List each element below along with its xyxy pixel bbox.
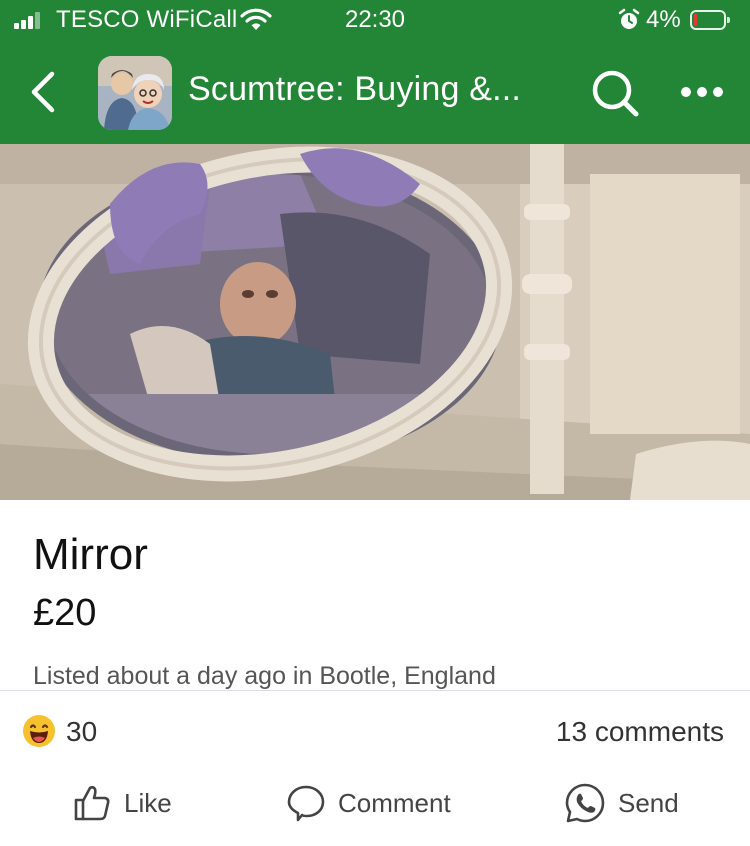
more-options-button[interactable] [676, 74, 728, 110]
thumbs-up-icon [74, 785, 110, 821]
listing-title: Mirror [33, 530, 148, 579]
group-title[interactable]: Scumtree: Buying &... [188, 70, 521, 109]
group-avatar[interactable] [98, 56, 172, 130]
search-button[interactable] [588, 66, 642, 120]
battery-percent: 4% [646, 6, 681, 33]
comment-button[interactable]: Comment [286, 780, 451, 826]
back-chevron-icon [31, 71, 55, 113]
comment-icon [287, 785, 325, 822]
status-bar: TESCO WiFiCall 22:30 4% [0, 0, 750, 40]
search-icon [592, 70, 639, 117]
like-button[interactable]: Like [72, 780, 172, 826]
battery-icon [690, 10, 730, 30]
back-button[interactable] [24, 68, 64, 116]
send-label: Send [618, 787, 679, 818]
comments-count[interactable]: 13 comments [556, 716, 724, 748]
like-label: Like [124, 787, 172, 818]
laughing-face-icon[interactable] [22, 714, 56, 748]
listing-photo[interactable] [0, 144, 750, 500]
listing-meta: Listed about a day ago in Bootle, Englan… [33, 662, 496, 690]
whatsapp-send-icon [565, 783, 605, 823]
listing-price: £20 [33, 592, 97, 634]
send-button[interactable]: Send [564, 780, 679, 826]
divider [0, 690, 750, 691]
group-header: Scumtree: Buying &... [0, 40, 750, 144]
more-icon [681, 87, 723, 97]
alarm-icon [617, 8, 641, 37]
comment-label: Comment [338, 787, 451, 818]
reaction-count[interactable]: 30 [66, 716, 97, 748]
